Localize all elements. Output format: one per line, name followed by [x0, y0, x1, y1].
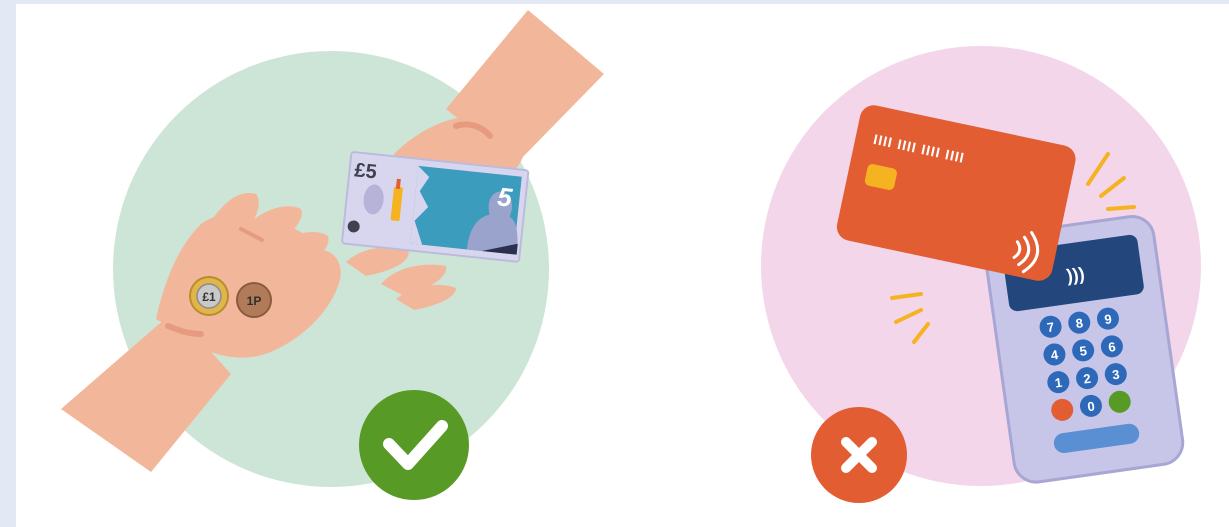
cash-panel: £5 5 £1 1P [61, 10, 604, 500]
one-penny-coin: 1P [236, 282, 272, 318]
illustration-svg: £5 5 £1 1P))) 7 8 9 4 5 6 1 2 3 0 IIII … [61, 10, 1201, 503]
one-penny-label: 1P [247, 294, 262, 308]
terminal-contactless-icon: ))) [1065, 264, 1086, 286]
five-pound-note: £5 5 [341, 151, 530, 263]
note-symbol: £5 [353, 159, 377, 183]
accepted-badge [359, 390, 469, 500]
one-pound-label: £1 [202, 290, 216, 304]
rejected-badge [811, 407, 907, 503]
one-pound-coin: £1 [189, 276, 229, 316]
card-panel: ))) 7 8 9 4 5 6 1 2 3 0 IIII IIII IIII I… [761, 46, 1201, 503]
payment-methods-illustration: £5 5 £1 1P))) 7 8 9 4 5 6 1 2 3 0 IIII … [16, 4, 1229, 527]
